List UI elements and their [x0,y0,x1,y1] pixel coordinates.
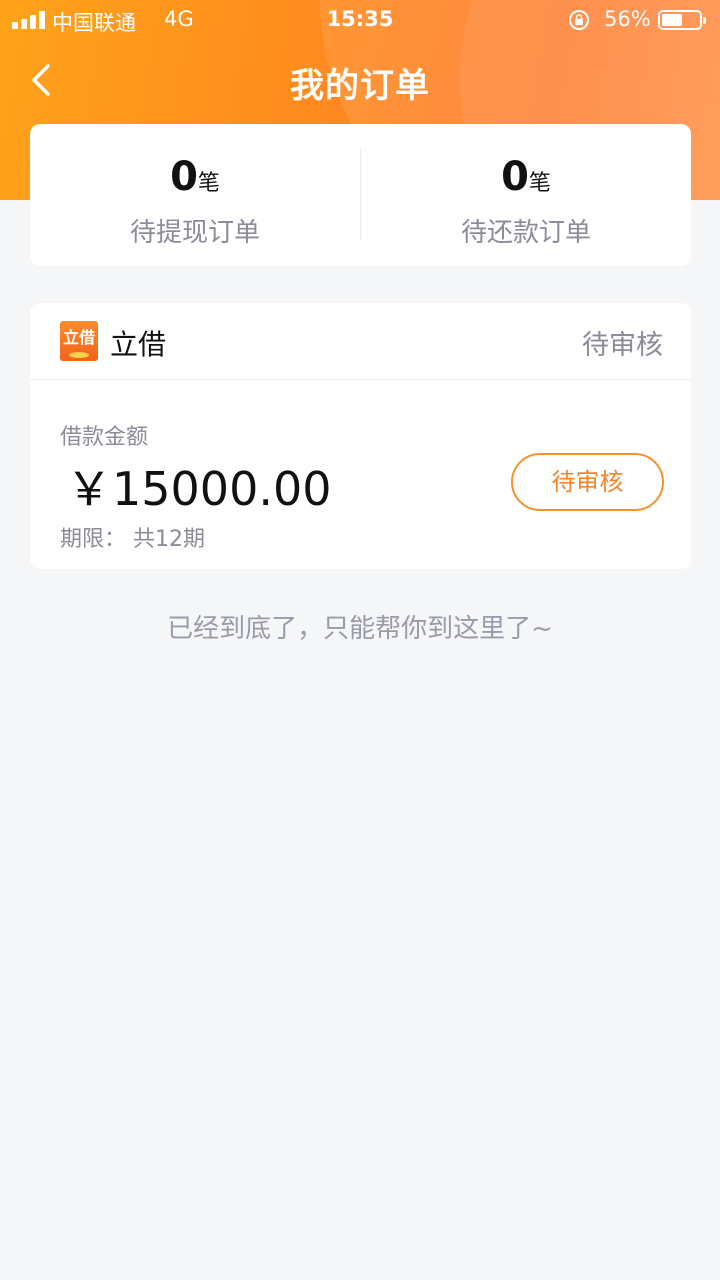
count-number: 0 [170,154,198,200]
page-title: 我的订单 [290,66,430,106]
battery-fill [662,14,682,26]
pending-repay-count: 0笔 [361,154,691,200]
app-name: 立借 [110,328,167,361]
battery-icon [658,10,706,30]
pending-withdraw-count: 0笔 [30,154,360,200]
status-bar: 中国联通 4G 15:35 56% [0,0,720,40]
loan-amount-value: ￥15000.00 [66,462,332,516]
screen: 中国联通 4G 15:35 56% 我的订单 0笔 待提现订单 0笔 待还款订单… [0,0,720,1280]
order-card-header: 立借 立借 待审核 [30,303,691,379]
count-unit: 笔 [528,171,551,196]
count-unit: 笔 [197,171,220,196]
pending-review-button[interactable]: 待审核 [511,453,664,511]
list-end-message: 已经到底了，只能帮你到这里了~ [167,614,553,644]
order-summary-card: 0笔 待提现订单 0笔 待还款订单 [30,124,691,266]
order-card[interactable]: 立借 立借 待审核 借款金额 ￥15000.00 期限： 共12期 待审核 [30,303,691,569]
pending-repay-summary[interactable]: 0笔 待还款订单 [361,124,691,266]
loan-term: 期限： 共12期 [60,527,205,552]
app-logo: 立借 [60,321,98,361]
app-logo-text: 立借 [62,328,95,347]
battery-percent: 56% [604,7,651,31]
pending-repay-label: 待还款订单 [460,218,591,248]
divider [30,379,691,380]
order-status: 待审核 [582,330,663,361]
rotation-lock-icon [569,10,589,30]
loan-amount-label: 借款金额 [60,425,149,450]
count-number: 0 [501,154,529,200]
pending-withdraw-label: 待提现订单 [129,218,260,248]
pending-withdraw-summary[interactable]: 0笔 待提现订单 [30,124,360,266]
